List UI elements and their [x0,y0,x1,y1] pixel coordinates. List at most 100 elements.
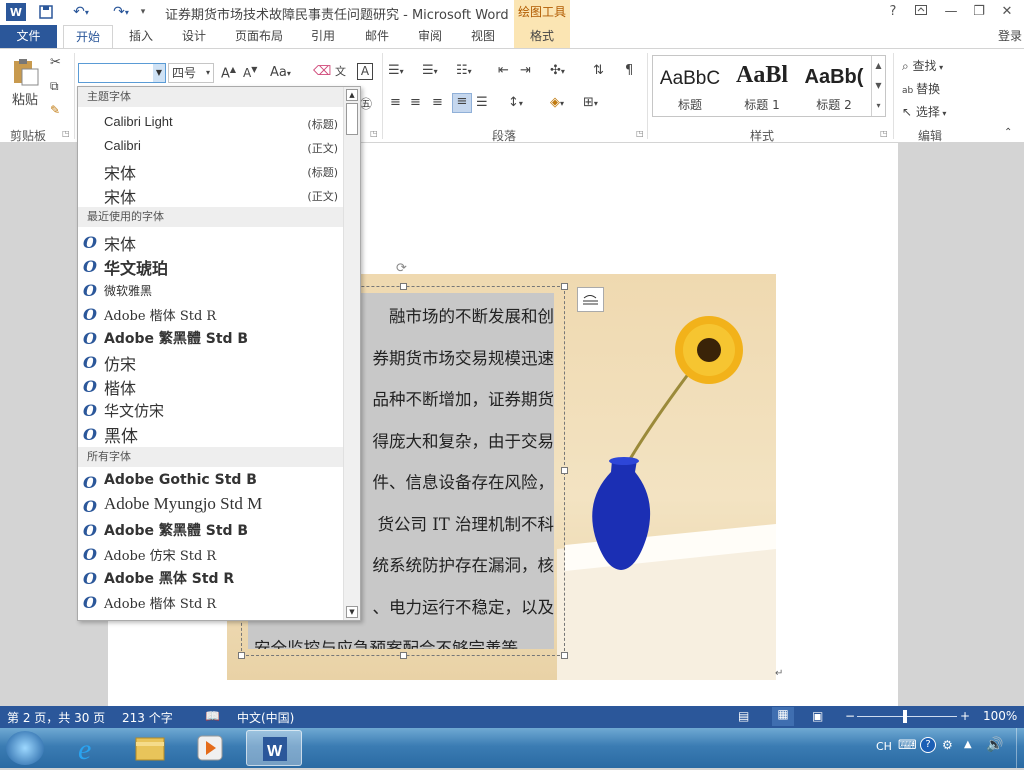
replace-button[interactable]: ab 替换 [902,80,940,97]
font-option[interactable]: O 微软雅黑 [78,278,344,302]
tab-file[interactable]: 文件 [0,25,57,48]
font-dropdown-scrollbar[interactable]: ▲ ▼ [343,87,360,620]
paste-button[interactable]: 粘贴 [12,89,38,108]
zoom-slider[interactable] [857,716,957,717]
minimize-button[interactable]: — [938,2,964,22]
save-icon[interactable] [36,3,56,21]
scroll-up-icon[interactable]: ▲ [346,89,358,101]
font-option[interactable]: O Adobe 繁黑體 Std B [78,518,344,542]
style-item-heading-1[interactable]: AaBl 标题 1 [727,56,797,116]
scroll-thumb[interactable] [346,103,358,135]
justify-icon[interactable]: ≡ [452,93,472,113]
styles-scroll[interactable]: ▲ ▼ ▾ [871,56,885,116]
style-item-title[interactable]: AaBbC 标题 [655,56,725,116]
maximize-button[interactable]: ❐ [966,2,992,22]
font-option[interactable]: Calibri (正文) [78,135,344,159]
show-desktop-button[interactable] [1016,728,1024,768]
grow-font-icon[interactable]: A▲ [221,65,236,81]
tab-review[interactable]: 审阅 [408,25,452,48]
settings-tray-icon[interactable]: ⚙ [942,738,953,752]
bullets-icon[interactable]: ☰▾ [388,63,404,78]
font-option[interactable]: O 黑体 [78,422,344,447]
numbering-icon[interactable]: ☰▾ [422,63,438,78]
resize-handle[interactable] [561,467,568,474]
font-option[interactable]: O Adobe 楷体 Std R [78,302,344,326]
layout-options-icon[interactable] [577,287,604,312]
word-app-icon[interactable]: W [6,3,26,21]
styles-gallery[interactable]: AaBbC 标题 AaBl 标题 1 AaBb( 标题 2 ▲ ▼ ▾ [652,55,886,117]
show-marks-icon[interactable]: ¶ [625,63,633,78]
ribbon-display-options-button[interactable] [908,2,934,22]
zoom-out-icon[interactable]: − [845,709,855,723]
font-option[interactable]: O 仿宋 [78,350,344,374]
read-mode-icon[interactable]: ▤ [738,709,749,723]
font-option[interactable]: O Adobe Gothic Std B [78,470,344,494]
find-button[interactable]: ⌕ 查找 ▾ [902,57,943,74]
font-option[interactable]: O 宋体 [78,230,344,254]
internet-explorer-icon[interactable]: e [62,730,118,766]
font-launcher-icon[interactable]: ◳ [370,129,378,138]
paste-icon[interactable] [10,57,40,87]
font-option[interactable]: O 楷体 [78,374,344,398]
sign-in-link[interactable]: 登录 [998,25,1024,48]
chinese-layout-icon[interactable]: ✣▾ [550,63,565,78]
show-hidden-icons-icon[interactable]: ▲ [964,739,972,750]
paragraph-launcher-icon[interactable]: ◳ [636,129,644,138]
clear-formatting-icon[interactable]: ⌫ [313,64,331,79]
help-tray-icon[interactable]: ? [920,737,936,753]
shading-icon[interactable]: ◈▾ [550,95,564,110]
font-option[interactable]: O Adobe Myungjo Std M [78,494,344,518]
font-option[interactable]: Calibri Light (标题) [78,111,344,135]
tab-home[interactable]: 开始 [63,25,113,49]
tab-design[interactable]: 设计 [171,25,217,48]
font-option[interactable]: 宋体 (正文) [78,183,344,207]
increase-indent-icon[interactable]: ⇥ [520,63,531,78]
font-size-dropdown-arrow[interactable]: ▾ [206,64,210,82]
redo-icon[interactable]: ↷ ▾ [106,3,136,21]
rotate-handle-icon[interactable]: ⟳ [396,261,407,276]
align-center-icon[interactable]: ≡ [410,95,421,110]
keyboard-icon[interactable]: ⌨ [898,738,917,753]
font-option[interactable]: O Adobe 仿宋 Std R [78,542,344,566]
multilevel-list-icon[interactable]: ☷▾ [456,63,472,78]
media-player-icon[interactable] [182,730,238,766]
font-name-dropdown-arrow[interactable]: ▼ [153,64,165,82]
print-layout-icon[interactable]: ▦ [772,707,794,726]
align-left-icon[interactable]: ≡ [390,95,401,110]
resize-handle[interactable] [400,283,407,290]
decrease-indent-icon[interactable]: ⇤ [498,63,509,78]
font-option[interactable]: O Adobe 楷体 Std R [78,590,344,614]
sort-icon[interactable]: ⇅ [593,63,604,78]
styles-launcher-icon[interactable]: ◳ [880,129,888,138]
tab-mailings[interactable]: 邮件 [354,25,400,48]
tab-references[interactable]: 引用 [300,25,346,48]
font-dropdown[interactable]: 主题字体 Calibri Light (标题) Calibri (正文) 宋体 … [77,86,361,621]
resize-handle[interactable] [400,652,407,659]
clipboard-launcher-icon[interactable]: ◳ [62,129,70,138]
word-count[interactable]: 213 个字 [122,709,173,726]
font-option[interactable]: O Adobe 黑体 Std R [78,566,344,590]
proofing-icon[interactable]: 📖 [205,709,220,723]
undo-icon[interactable]: ↶ ▾ [66,3,96,21]
font-option[interactable]: O Adobe 繁黑體 Std B [78,326,344,350]
font-size-combobox[interactable]: 四号 ▾ [168,63,214,83]
tab-view[interactable]: 视图 [460,25,506,48]
character-border-icon[interactable]: A [357,63,373,80]
distributed-icon[interactable]: ☰ [476,95,488,110]
close-button[interactable]: ✕ [994,2,1020,22]
change-case-button[interactable]: Aa▾ [270,65,291,80]
style-item-heading-2[interactable]: AaBb( 标题 2 [799,56,869,116]
page-count[interactable]: 第 2 页，共 30 页 [7,709,105,726]
customize-quick-access-icon[interactable]: ▾ [136,3,150,21]
zoom-in-icon[interactable]: + [960,709,970,723]
help-button[interactable]: ? [880,2,906,22]
tab-format[interactable]: 格式 [514,25,570,48]
resize-handle[interactable] [561,652,568,659]
enclose-characters-icon[interactable]: ㊄ [360,95,372,112]
start-button-icon[interactable] [6,731,44,765]
resize-handle[interactable] [561,283,568,290]
phonetic-guide-icon[interactable]: 文 [335,63,346,79]
font-option[interactable]: O 华文仿宋 [78,398,344,422]
cut-icon[interactable]: ✂ [50,55,61,70]
copy-icon[interactable]: ⧉ [50,79,59,94]
